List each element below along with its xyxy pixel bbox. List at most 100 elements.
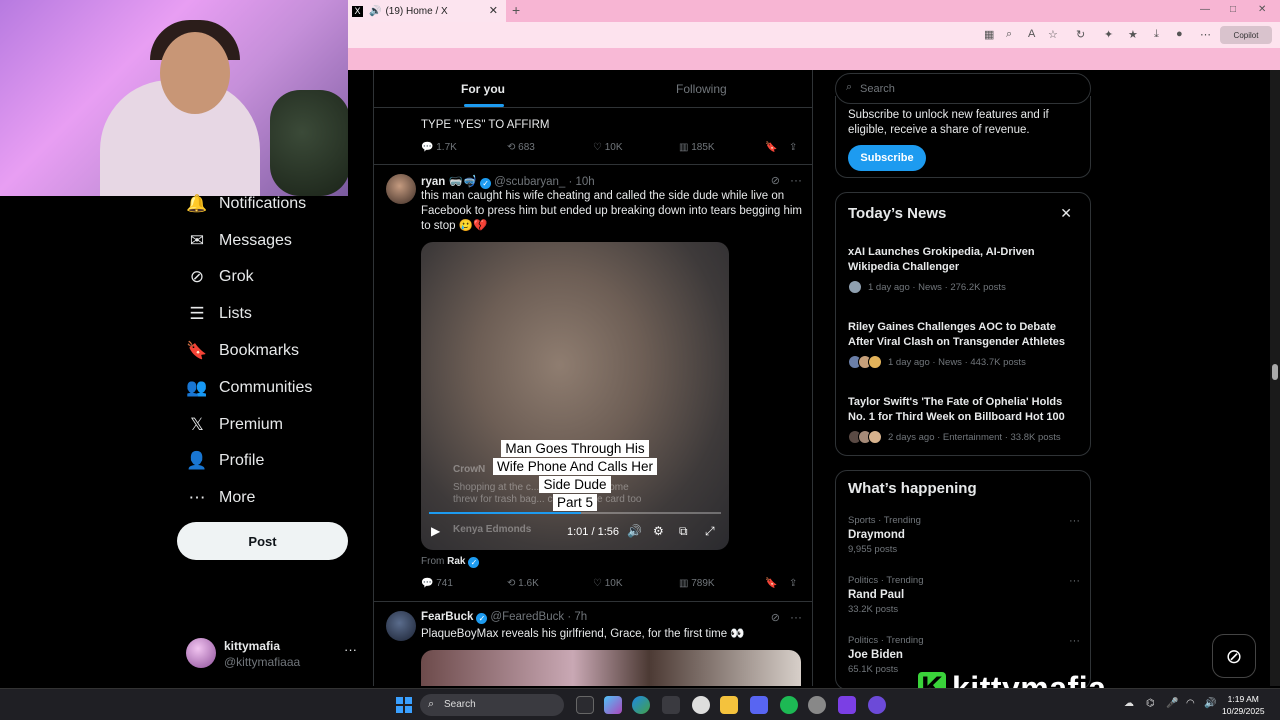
app-icon[interactable]: ▦ — [984, 28, 994, 41]
avatar[interactable] — [386, 174, 416, 204]
nav-item-grok[interactable]: ⊘ Grok — [187, 264, 254, 290]
video-time: 1:01 / 1:56 — [567, 526, 619, 538]
browser-tab[interactable]: X 🔊 (19) Home / X ✕ — [348, 0, 506, 22]
reply-button[interactable]: 💬 741 — [421, 578, 453, 589]
mic-icon[interactable]: 🎤 — [1166, 698, 1178, 709]
windows-start-icon[interactable] — [396, 697, 412, 713]
task-view-icon[interactable] — [576, 696, 594, 714]
nav-item-notifications[interactable]: 🔔 Notifications — [186, 191, 306, 217]
views-button[interactable]: ▥ 185K — [679, 142, 715, 153]
volume-icon[interactable]: 🔊 — [627, 524, 642, 538]
fullscreen-icon[interactable]: ⤢ — [705, 524, 715, 539]
minimize-icon[interactable]: — — [1200, 4, 1210, 15]
taskbar-clock[interactable]: 1:19 AM 10/29/2025 — [1222, 693, 1265, 717]
search-box[interactable]: ⌕ Search — [835, 73, 1091, 104]
favorite-star-icon[interactable]: ☆ — [1048, 28, 1058, 41]
bookmark-button[interactable]: 🔖 — [765, 142, 777, 153]
author-handle[interactable]: @scubaryan_ — [494, 176, 565, 188]
copilot-button[interactable]: Copilot — [1220, 26, 1272, 44]
tweet-time[interactable]: · 7h — [567, 611, 587, 623]
nav-item-profile[interactable]: 👤 Profile — [186, 448, 264, 474]
avatar[interactable] — [386, 611, 416, 641]
share-button[interactable]: ⇪ — [789, 578, 797, 589]
downloads-icon[interactable]: ⤓ — [1154, 28, 1159, 41]
trend-more-icon[interactable]: ··· — [1069, 635, 1080, 647]
reply-button[interactable]: 💬 1.7K — [421, 142, 457, 153]
trend-item[interactable]: Politics · Trending Rand Paul 33.2K post… — [848, 575, 1080, 615]
volume-icon[interactable]: 🔊 — [1204, 698, 1216, 709]
grok-explain-icon[interactable]: ⊘ — [771, 174, 780, 187]
copilot-app-icon[interactable] — [604, 696, 622, 714]
play-icon[interactable]: ▶ — [431, 524, 440, 538]
account-more-icon[interactable]: ··· — [344, 642, 357, 657]
nav-item-more[interactable]: ⋯ More — [187, 485, 256, 511]
nav-item-bookmarks[interactable]: 🔖 Bookmarks — [186, 338, 299, 364]
tab-close-icon[interactable]: ✕ — [489, 4, 498, 17]
app-icon[interactable] — [838, 696, 856, 714]
tab-for-you[interactable]: For you — [461, 82, 505, 96]
extension-icon[interactable]: ✦ — [1104, 28, 1113, 41]
views-button[interactable]: ▥ 789K — [679, 578, 715, 589]
tweet-image[interactable] — [421, 650, 801, 686]
subscribe-button[interactable]: Subscribe — [848, 145, 926, 171]
store-icon[interactable] — [662, 696, 680, 714]
trend-more-icon[interactable]: ··· — [1069, 515, 1080, 527]
app-icon[interactable] — [808, 696, 826, 714]
new-tab-icon[interactable]: + — [512, 2, 520, 18]
account-switcher[interactable]: kittymafia @kittymafiaaa ··· — [186, 636, 366, 676]
speaker-icon[interactable]: 🔊 — [369, 6, 381, 17]
spotify-icon[interactable] — [780, 696, 798, 714]
news-item[interactable]: Taylor Swift's 'The Fate of Ophelia' Hol… — [848, 395, 1080, 444]
edge-browser-icon[interactable] — [632, 696, 650, 714]
video-progress-bar[interactable] — [429, 512, 721, 514]
network-icon[interactable]: ⌬ — [1146, 698, 1155, 709]
app-icon[interactable] — [868, 696, 886, 714]
trend-item[interactable]: Sports · Trending Draymond 9,955 posts ·… — [848, 515, 1080, 555]
avatar — [868, 430, 882, 444]
post-button[interactable]: Post — [177, 522, 348, 560]
tweet-time[interactable]: · 10h — [568, 176, 594, 188]
grok-explain-icon[interactable]: ⊘ — [771, 611, 780, 624]
wifi-icon[interactable]: ◠ — [1186, 698, 1195, 709]
file-explorer-icon[interactable] — [720, 696, 738, 714]
repost-button[interactable]: ⟲ 683 — [507, 142, 535, 153]
menu-dots-icon[interactable]: ⋯ — [1200, 28, 1211, 41]
news-item[interactable]: Riley Gaines Challenges AOC to Debate Af… — [848, 320, 1080, 369]
profile-icon[interactable]: ● — [1176, 28, 1183, 40]
favorites-icon[interactable]: ★ — [1128, 28, 1138, 41]
trend-more-icon[interactable]: ··· — [1069, 575, 1080, 587]
taskbar-search[interactable]: ⌕ Search — [420, 694, 564, 716]
news-item[interactable]: xAI Launches Grokipedia, AI-Driven Wikip… — [848, 245, 1080, 294]
nav-item-messages[interactable]: ✉ Messages — [187, 228, 292, 254]
scrollbar-thumb[interactable] — [1272, 364, 1278, 380]
share-button[interactable]: ⇪ — [789, 142, 797, 153]
tweet-more-icon[interactable]: ··· — [790, 173, 802, 187]
like-button[interactable]: ♡ 10K — [593, 142, 623, 153]
settings-gear-icon[interactable]: ⚙ — [653, 524, 664, 538]
pip-icon[interactable]: ⧉ — [679, 524, 688, 539]
nav-item-lists[interactable]: ☰ Lists — [187, 301, 252, 327]
author-name[interactable]: ryan 🥽🤿 — [421, 176, 477, 188]
zoom-icon[interactable]: ⌕ — [1006, 28, 1012, 41]
cloud-icon[interactable]: ☁ — [1124, 698, 1134, 709]
like-button[interactable]: ♡ 10K — [593, 578, 623, 589]
grok-floating-button[interactable]: ⊘ — [1212, 634, 1256, 678]
tweet-more-icon[interactable]: ··· — [790, 610, 802, 624]
maximize-icon[interactable]: □ — [1230, 4, 1236, 15]
author-handle[interactable]: @FearedBuck — [490, 611, 564, 623]
page-scrollbar[interactable] — [1270, 70, 1280, 686]
refresh-icon[interactable]: ↻ — [1076, 28, 1085, 41]
app-icon[interactable] — [692, 696, 710, 714]
bookmark-button[interactable]: 🔖 — [765, 578, 777, 589]
nav-item-communities[interactable]: 👥 Communities — [186, 375, 312, 401]
nav-item-premium[interactable]: 𝕏 Premium — [187, 412, 283, 438]
window-close-icon[interactable]: ✕ — [1258, 4, 1266, 15]
repost-button[interactable]: ⟲ 1.6K — [507, 578, 539, 589]
discord-icon[interactable] — [750, 696, 768, 714]
author-name[interactable]: FearBuck — [421, 611, 473, 623]
from-author-link[interactable]: Rak — [447, 556, 465, 567]
close-icon[interactable]: ✕ — [1060, 205, 1072, 222]
read-aloud-icon[interactable]: A — [1028, 28, 1035, 40]
video-player[interactable]: CrowN Shopping at the c... next time she… — [421, 242, 729, 550]
tab-following[interactable]: Following — [676, 82, 727, 96]
